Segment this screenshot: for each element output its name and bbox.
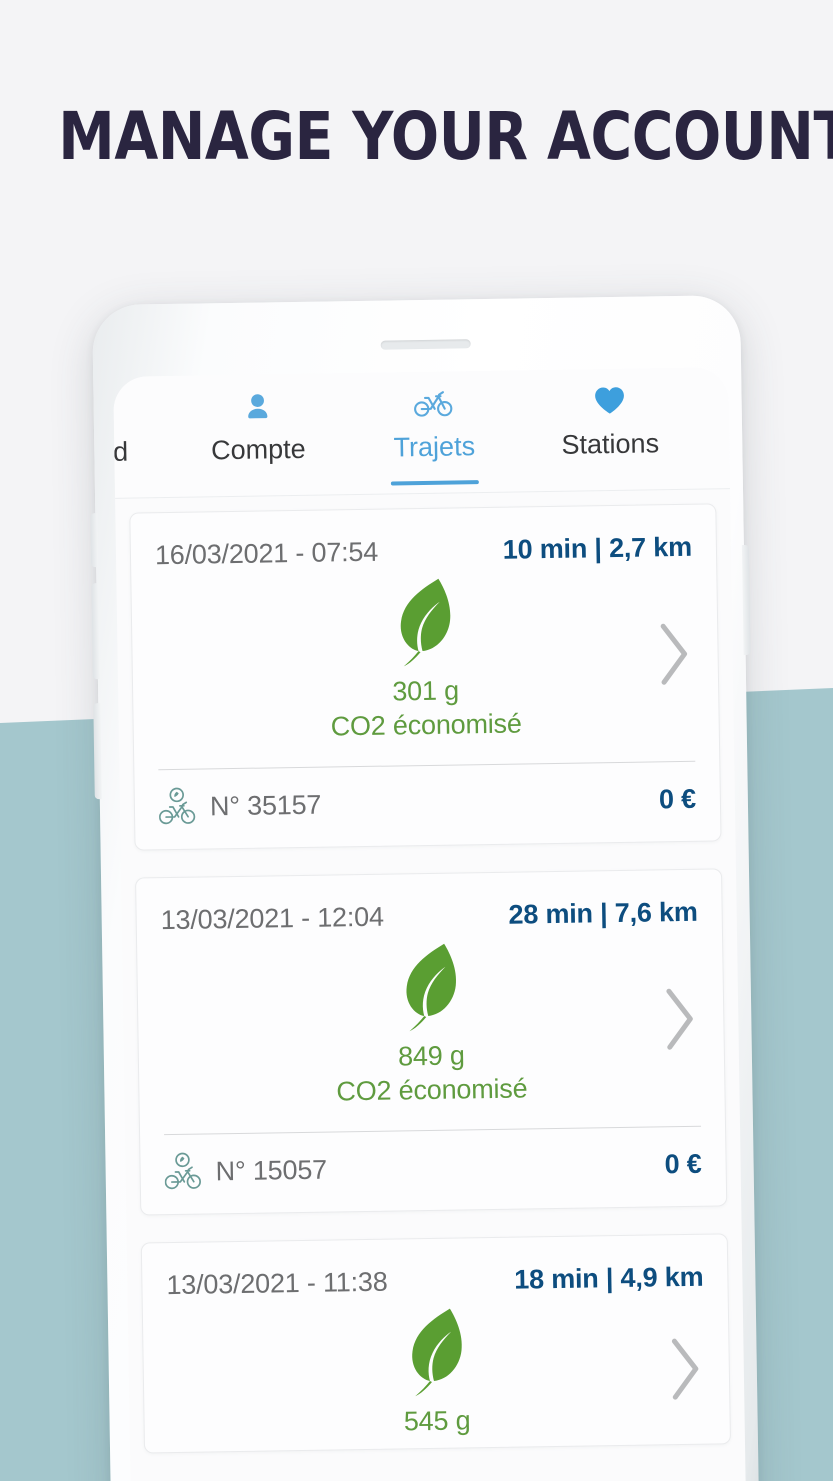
trip-id-group: N° 35157 xyxy=(158,785,322,828)
promo-screenshot: MANAGE YOUR ACCOUNT bord Compte Trajets … xyxy=(0,0,833,1481)
trip-number: N° 15057 xyxy=(215,1154,328,1186)
trip-co2-block: 849 g CO2 économisé xyxy=(161,928,701,1118)
trip-co2-block: 545 g xyxy=(167,1293,706,1452)
chevron-right-icon[interactable] xyxy=(651,618,696,691)
trip-header: 13/03/2021 - 11:38 18 min | 4,9 km xyxy=(166,1235,704,1301)
trip-date: 13/03/2021 - 12:04 xyxy=(160,901,385,936)
trip-co2-block: 301 g CO2 économisé xyxy=(155,563,695,753)
phone-volume-up-button xyxy=(91,583,100,680)
trip-co2-value: 545 g xyxy=(403,1405,471,1437)
trip-date: 16/03/2021 - 07:54 xyxy=(154,536,379,571)
trip-duration-distance: 18 min | 4,9 km xyxy=(514,1261,704,1295)
trip-co2-label: CO2 économisé xyxy=(330,708,522,742)
trip-id-group: N° 15057 xyxy=(164,1150,327,1193)
tab-label: Trajets xyxy=(393,431,476,463)
trip-date: 13/03/2021 - 11:38 xyxy=(166,1266,388,1301)
tab-label: Compte xyxy=(210,433,306,466)
trip-price: 0 € xyxy=(664,1148,702,1179)
trip-header: 16/03/2021 - 07:54 10 min | 2,7 km xyxy=(154,505,692,571)
navigation-tabbar: de bord Compte xyxy=(113,367,731,499)
active-tab-underline xyxy=(390,480,479,486)
trip-card[interactable]: 16/03/2021 - 07:54 10 min | 2,7 km 301 g… xyxy=(129,503,722,851)
leaf-icon xyxy=(405,943,456,1032)
trips-list: 16/03/2021 - 07:54 10 min | 2,7 km 301 g… xyxy=(115,489,745,1454)
phone-body: de bord Compte xyxy=(90,295,760,1481)
tab-label: Stations xyxy=(561,428,660,460)
trip-header: 13/03/2021 - 12:04 28 min | 7,6 km xyxy=(160,870,698,936)
electric-bike-icon xyxy=(158,787,196,825)
trip-price: 0 € xyxy=(658,783,697,814)
trip-footer: N° 35157 0 € xyxy=(158,762,696,849)
tab-stations[interactable]: Stations xyxy=(521,368,699,493)
tab-forfait[interactable]: Forfait xyxy=(697,367,746,489)
person-icon xyxy=(243,388,272,424)
chevron-right-icon[interactable] xyxy=(662,1332,707,1405)
phone-mockup: de bord Compte xyxy=(90,295,772,1481)
heart-icon xyxy=(593,383,626,419)
trip-number: N° 35157 xyxy=(209,789,322,821)
tab-strip: de bord Compte xyxy=(113,367,746,501)
page-title: MANAGE YOUR ACCOUNT xyxy=(58,98,833,175)
trip-duration-distance: 28 min | 7,6 km xyxy=(508,896,698,930)
phone-volume-down-button xyxy=(93,703,102,800)
trip-co2-value: 849 g xyxy=(397,1040,465,1072)
bicycle-icon xyxy=(413,386,454,423)
leaf-icon xyxy=(400,578,450,667)
tab-label: de bord xyxy=(113,436,129,468)
phone-screen: de bord Compte xyxy=(113,367,747,1481)
phone-power-button xyxy=(741,544,751,655)
phone-side-button-top xyxy=(90,513,99,568)
tab-trajets[interactable]: Trajets xyxy=(345,370,523,495)
tab-compte[interactable]: Compte xyxy=(169,373,347,498)
trip-duration-distance: 10 min | 2,7 km xyxy=(502,531,693,565)
electric-bike-icon xyxy=(164,1152,201,1190)
chevron-right-icon[interactable] xyxy=(657,983,702,1056)
earpiece-speaker xyxy=(380,339,471,350)
tab-de-bord[interactable]: de bord xyxy=(113,376,171,501)
trip-co2-label: CO2 économisé xyxy=(336,1073,528,1107)
leaf-icon xyxy=(411,1308,462,1397)
trip-card[interactable]: 13/03/2021 - 11:38 18 min | 4,9 km 545 g xyxy=(140,1233,732,1454)
trip-card[interactable]: 13/03/2021 - 12:04 28 min | 7,6 km 849 g… xyxy=(135,868,728,1216)
trip-footer: N° 15057 0 € xyxy=(164,1127,702,1214)
trip-co2-value: 301 g xyxy=(392,675,460,707)
